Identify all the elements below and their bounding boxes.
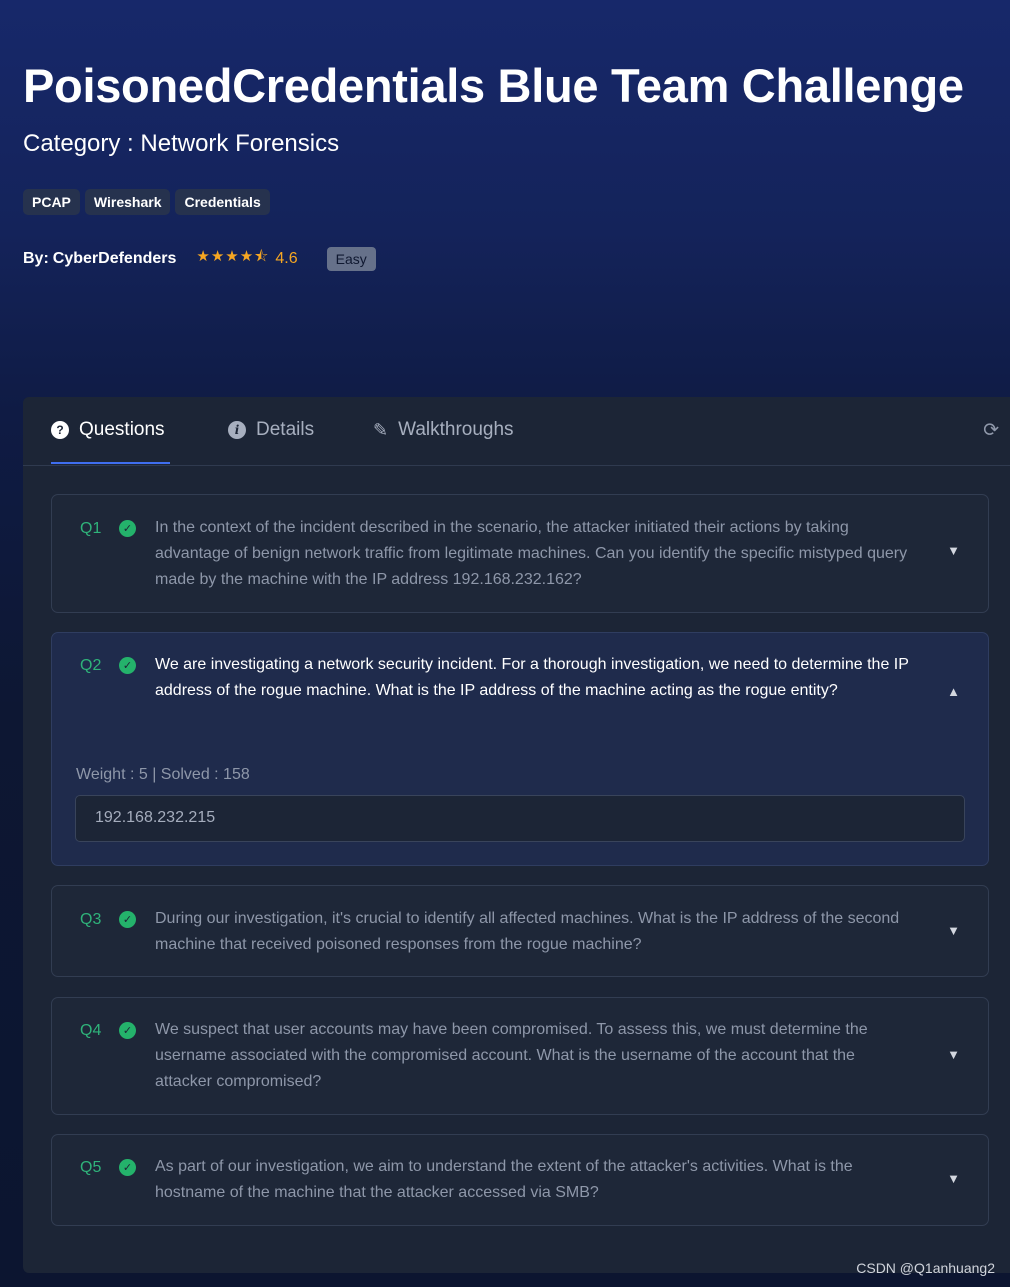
difficulty-badge: Easy [326, 246, 376, 271]
active-tab-indicator [51, 462, 170, 464]
refresh-icon[interactable]: ⟳ [983, 419, 999, 442]
feather-pen-icon: ✎ [373, 419, 389, 440]
question-text: We suspect that user accounts may have b… [155, 1021, 868, 1090]
question-item-q2[interactable]: Q2 ✓ We are investigating a network secu… [51, 632, 989, 866]
answer-field[interactable]: 192.168.232.215 [75, 795, 965, 842]
question-item-q1[interactable]: Q1 ✓ In the context of the incident desc… [51, 494, 989, 613]
tag-pcap[interactable]: PCAP [23, 189, 80, 215]
page-title: PoisonedCredentials Blue Team Challenge [23, 59, 964, 112]
check-circle-icon: ✓ [119, 911, 136, 928]
check-circle-icon: ✓ [119, 1159, 136, 1176]
answer-value: 192.168.232.215 [95, 809, 216, 826]
category-label: Category : Network Forensics [23, 130, 340, 157]
question-number: Q3 [80, 911, 102, 928]
challenge-meta: By: CyberDefenders ★★★★⯪ 4.6 Easy [23, 246, 970, 271]
question-item-q3[interactable]: Q3 ✓ During our investigation, it's cruc… [51, 885, 989, 977]
question-text: In the context of the incident described… [155, 519, 908, 588]
tab-bar: ? Questions i Details ✎ Walkthroughs ⟳ [23, 397, 1010, 466]
check-circle-icon: ✓ [119, 520, 136, 537]
question-number: Q2 [80, 657, 102, 674]
question-number: Q1 [80, 520, 102, 537]
chevron-down-icon[interactable]: ▼ [947, 1047, 960, 1062]
tab-questions[interactable]: ? Questions [51, 419, 165, 441]
question-item-q5[interactable]: Q5 ✓ As part of our investigation, we ai… [51, 1134, 989, 1226]
tab-walkthroughs-label: Walkthroughs [398, 419, 514, 440]
tag-credentials[interactable]: Credentials [175, 189, 270, 215]
tag-list: PCAP Wireshark Credentials [23, 189, 970, 215]
question-number: Q4 [80, 1022, 102, 1039]
tag-wireshark[interactable]: Wireshark [84, 189, 171, 215]
question-weight-solved: Weight : 5 | Solved : 158 [76, 766, 250, 783]
check-circle-icon: ✓ [119, 657, 136, 674]
tab-details[interactable]: i Details [228, 419, 314, 441]
chevron-up-icon[interactable]: ▲ [947, 684, 960, 699]
rating-stars-icon: ★★★★⯪ [196, 248, 270, 265]
chevron-down-icon[interactable]: ▼ [947, 923, 960, 938]
challenge-header: PoisonedCredentials Blue Team Challenge … [23, 58, 970, 271]
question-text: We are investigating a network security … [155, 656, 909, 699]
author-name[interactable]: CyberDefenders [53, 250, 177, 268]
tab-walkthroughs[interactable]: ✎ Walkthroughs [373, 419, 514, 441]
question-circle-icon: ? [51, 421, 69, 439]
tab-details-label: Details [256, 419, 315, 440]
check-circle-icon: ✓ [119, 1022, 136, 1039]
question-item-q4[interactable]: Q4 ✓ We suspect that user accounts may h… [51, 997, 989, 1115]
tab-questions-label: Questions [79, 419, 165, 440]
watermark: CSDN @Q1anhuang2 [856, 1260, 995, 1276]
question-text: During our investigation, it's crucial t… [155, 910, 900, 953]
chevron-down-icon[interactable]: ▼ [947, 1171, 960, 1186]
question-number: Q5 [80, 1159, 102, 1176]
info-circle-icon: i [228, 421, 246, 439]
question-text: As part of our investigation, we aim to … [155, 1158, 853, 1201]
author-label: By: [23, 249, 49, 267]
chevron-down-icon[interactable]: ▼ [947, 543, 960, 558]
questions-panel: ? Questions i Details ✎ Walkthroughs ⟳ Q… [23, 397, 1010, 1273]
rating-value: 4.6 [275, 249, 298, 267]
